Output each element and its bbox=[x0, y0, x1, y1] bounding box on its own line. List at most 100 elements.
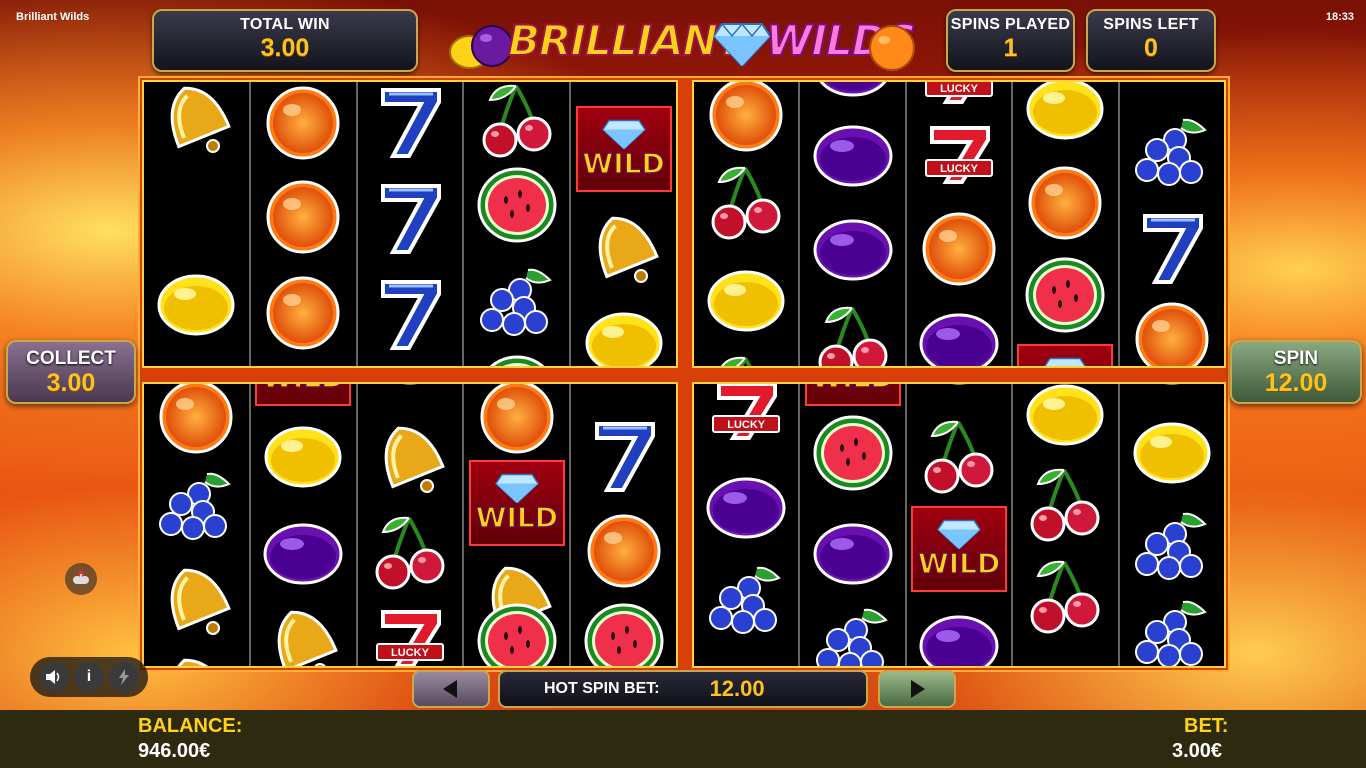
plum-symbol bbox=[810, 112, 896, 198]
cherry-symbol bbox=[474, 82, 560, 164]
plum-symbol bbox=[916, 300, 1002, 366]
spins-left-label: SPINS LEFT bbox=[1103, 16, 1199, 33]
watermelon-symbol bbox=[474, 350, 560, 366]
reel-5 bbox=[1120, 82, 1224, 366]
info-icon[interactable]: i bbox=[73, 662, 104, 692]
reel-4: WILD bbox=[1013, 82, 1120, 366]
bell-symbol bbox=[581, 204, 667, 290]
reel-5 bbox=[1120, 384, 1224, 666]
plum-symbol bbox=[260, 510, 346, 596]
wild-label: WILD bbox=[811, 384, 895, 393]
reel-3 bbox=[358, 82, 465, 366]
diamond-logo-icon bbox=[714, 22, 770, 66]
lemon-symbol bbox=[1022, 82, 1108, 152]
reel-2 bbox=[800, 82, 907, 366]
reel-set-4: LUCKY WILD WILD bbox=[692, 382, 1226, 668]
orange-symbol bbox=[581, 508, 667, 594]
lemon-symbol bbox=[581, 300, 667, 366]
grapes-symbol bbox=[1129, 594, 1215, 666]
bet-increase-button[interactable] bbox=[878, 670, 956, 708]
seven-symbol bbox=[367, 174, 453, 260]
collect-button[interactable]: COLLECT 3.00 bbox=[6, 340, 136, 404]
spin-button[interactable]: SPIN 12.00 bbox=[1230, 340, 1362, 404]
gamepad-icon[interactable] bbox=[65, 563, 97, 595]
reel-5: WILD bbox=[571, 82, 676, 366]
reel-set-3: WILD LUCKY WILD LUCKY bbox=[142, 382, 678, 668]
cherry-symbol bbox=[810, 300, 896, 366]
orange-symbol bbox=[474, 384, 560, 460]
diamond-icon bbox=[601, 119, 646, 149]
lemon-symbol bbox=[153, 262, 239, 348]
total-win-panel: TOTAL WIN 3.00 bbox=[152, 9, 418, 72]
wild-label: WILD bbox=[917, 547, 1001, 580]
orange-symbol bbox=[260, 82, 346, 166]
reel-3: LUCKY LUCKY bbox=[907, 82, 1014, 366]
orange-symbol bbox=[260, 364, 346, 366]
watermelon-symbol bbox=[474, 162, 560, 248]
bet-label: BET: bbox=[1184, 715, 1229, 737]
orange-symbol bbox=[1022, 160, 1108, 246]
sound-icon[interactable] bbox=[38, 662, 69, 692]
orange-logo-icon bbox=[869, 25, 915, 71]
grapes-symbol bbox=[703, 560, 789, 646]
spins-played-panel: SPINS PLAYED 1 bbox=[946, 9, 1075, 72]
reel-2: WILD bbox=[800, 384, 907, 666]
plum-symbol bbox=[810, 510, 896, 596]
orange-symbol bbox=[260, 174, 346, 260]
total-win-value: 3.00 bbox=[260, 34, 310, 62]
watermelon-symbol bbox=[1022, 252, 1108, 338]
wild-symbol: WILD bbox=[468, 460, 565, 546]
reel-4: WILD bbox=[464, 384, 572, 666]
lucky-label: LUCKY bbox=[391, 647, 429, 659]
orange-symbol bbox=[260, 270, 346, 356]
wild-symbol: WILD bbox=[255, 384, 352, 406]
plum-symbol bbox=[810, 82, 896, 108]
diamond-icon bbox=[1044, 357, 1087, 366]
lucky-label: LUCKY bbox=[940, 163, 978, 175]
logo-word-brilliant: BRILLIANT bbox=[507, 15, 746, 66]
wild-symbol: WILD bbox=[575, 106, 672, 192]
grapes-symbol bbox=[1129, 112, 1215, 198]
app-title: Brilliant Wilds bbox=[16, 11, 90, 23]
watermelon-symbol bbox=[474, 598, 560, 666]
watermelon-symbol bbox=[581, 598, 667, 666]
hot-spin-bet-label: HOT SPIN BET: bbox=[544, 680, 660, 697]
collect-value: 3.00 bbox=[46, 369, 96, 397]
cherry-symbol bbox=[703, 350, 789, 366]
cherry-symbol bbox=[916, 414, 1002, 500]
cherry-symbol bbox=[703, 160, 789, 246]
reel-2 bbox=[251, 82, 358, 366]
bell-symbol bbox=[153, 646, 239, 666]
bell-symbol bbox=[260, 598, 346, 666]
grapes-symbol bbox=[1129, 506, 1215, 592]
reel-grid: WILD LUCKYLUCKYWILD WILDLUCKYWILDLUCKY L… bbox=[138, 76, 1230, 672]
game-logo: BRILLIANT WILDS bbox=[448, 10, 918, 74]
lucky-symbol: LUCKY bbox=[367, 602, 453, 666]
lemon-symbol bbox=[260, 414, 346, 500]
reel-1 bbox=[144, 82, 251, 366]
reel-5: LUCKY bbox=[571, 384, 676, 666]
bet-decrease-button[interactable] bbox=[412, 670, 490, 708]
spins-played-value: 1 bbox=[1003, 34, 1018, 62]
lightning-icon[interactable] bbox=[109, 662, 140, 692]
hot-spin-bet-display: HOT SPIN BET: 12.00 bbox=[498, 670, 868, 708]
plum-symbol bbox=[1129, 384, 1215, 396]
reel-1: LUCKY bbox=[694, 384, 801, 666]
orange-symbol bbox=[916, 206, 1002, 292]
cherry-symbol bbox=[367, 510, 453, 596]
watermelon-symbol bbox=[810, 410, 896, 496]
lucky-label: LUCKY bbox=[727, 419, 766, 431]
bell-symbol bbox=[153, 556, 239, 642]
plum-symbol bbox=[916, 384, 1002, 396]
quick-controls: i bbox=[30, 657, 148, 697]
wild-symbol: WILD bbox=[804, 384, 901, 406]
orange-symbol bbox=[1129, 296, 1215, 366]
lucky-label: LUCKY bbox=[940, 83, 978, 95]
spins-played-label: SPINS PLAYED bbox=[950, 16, 1071, 33]
grapes-symbol bbox=[153, 466, 239, 552]
plum-symbol bbox=[367, 384, 453, 396]
bet-value: 3.00€ bbox=[1172, 740, 1223, 762]
reel-set-2: LUCKY LUCKY WILD bbox=[692, 80, 1226, 368]
seven-symbol bbox=[367, 82, 453, 164]
spin-label: SPIN bbox=[1273, 348, 1319, 369]
